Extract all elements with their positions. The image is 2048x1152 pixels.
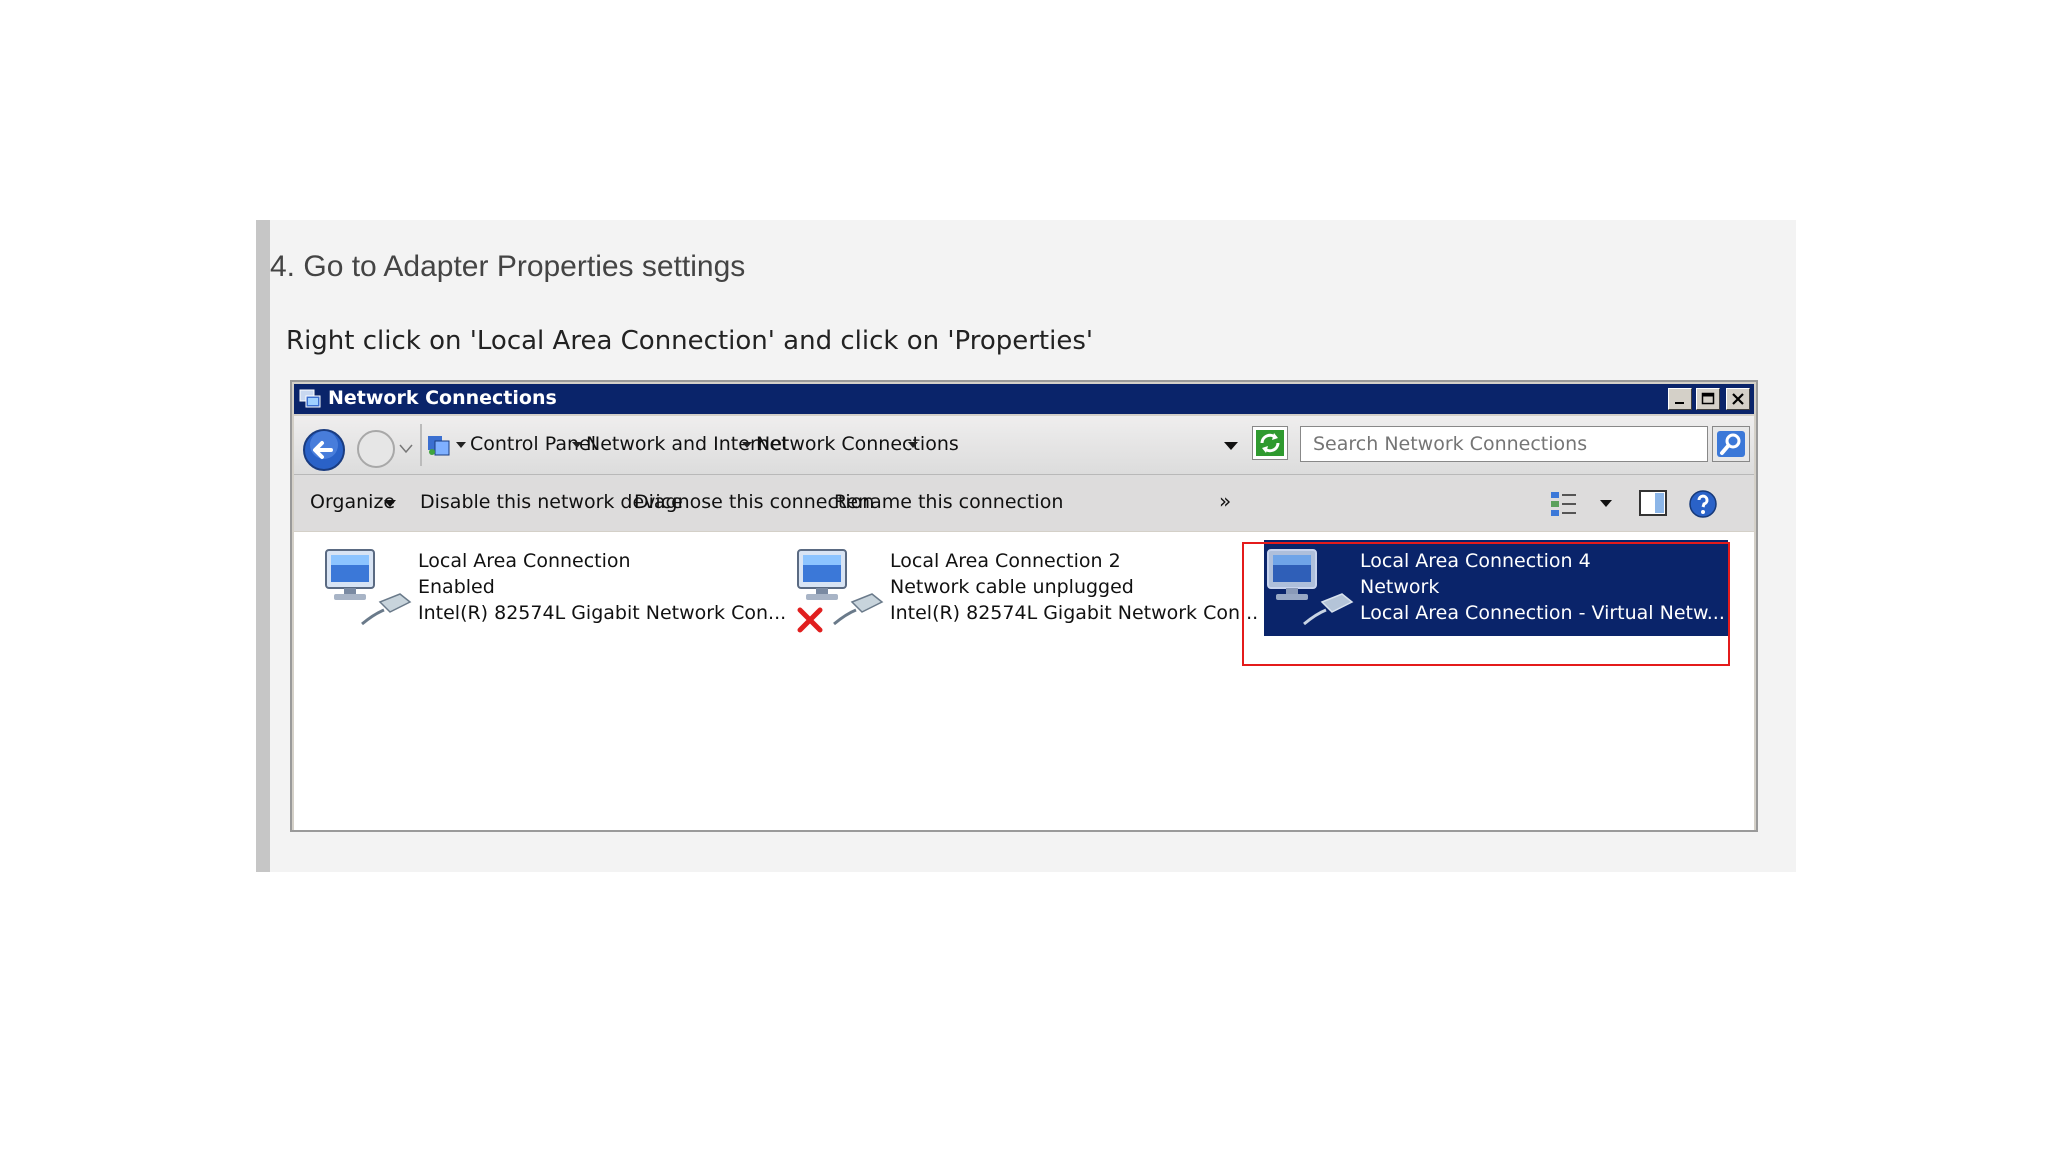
- connection-device: Intel(R) 82574L Gigabit Network Con...: [418, 602, 787, 624]
- help-icon[interactable]: [1688, 489, 1718, 519]
- rename-connection-button[interactable]: Rename this connection: [834, 491, 1063, 513]
- panel-accent-bar: [256, 220, 270, 872]
- minimize-icon: [1675, 402, 1684, 404]
- close-icon: [1732, 393, 1744, 405]
- window-title: Network Connections: [328, 387, 557, 409]
- connection-name: Local Area Connection 2: [890, 550, 1121, 572]
- cable-unplugged-x-icon: [797, 607, 823, 633]
- maximize-icon: [1701, 392, 1715, 405]
- forward-arrow-icon[interactable]: [356, 429, 396, 469]
- search-button[interactable]: [1712, 426, 1750, 462]
- address-history-dropdown-icon[interactable]: [1224, 442, 1238, 450]
- maximize-button[interactable]: [1696, 388, 1720, 410]
- network-connections-icon: [299, 389, 321, 408]
- step-heading: 4. Go to Adapter Properties settings: [270, 250, 746, 283]
- views-dropdown-icon[interactable]: [1600, 500, 1612, 507]
- connection-status: Network cable unplugged: [890, 576, 1134, 598]
- crumb-chevron-icon[interactable]: [908, 442, 918, 448]
- red-highlight-box: [1242, 542, 1730, 666]
- back-arrow-icon[interactable]: [302, 428, 346, 472]
- address-divider: [420, 424, 422, 466]
- connection-device: Intel(R) 82574L Gigabit Network Con...: [890, 602, 1259, 624]
- search-icon: [1717, 431, 1745, 457]
- organize-button[interactable]: Organize: [310, 491, 395, 513]
- minimize-button[interactable]: [1668, 388, 1692, 410]
- crumb-chevron-icon[interactable]: [572, 442, 582, 448]
- refresh-icon: [1256, 430, 1284, 456]
- network-adapter-icon: [325, 549, 412, 626]
- connection-details: Local Area Connection 2 Network cable un…: [890, 548, 1258, 626]
- recent-pages-chevron-icon[interactable]: [399, 444, 413, 454]
- control-panel-icon: [428, 436, 450, 456]
- organize-dropdown-icon[interactable]: [384, 500, 396, 507]
- connection-status: Enabled: [418, 576, 495, 598]
- crumb-chevron-icon[interactable]: [456, 442, 466, 448]
- command-bar: Organize Disable this network device Dia…: [294, 475, 1754, 531]
- connection-name: Local Area Connection: [418, 550, 631, 572]
- refresh-button[interactable]: [1252, 426, 1288, 460]
- more-commands-button[interactable]: »: [1219, 489, 1231, 513]
- breadcrumb-network-connections[interactable]: Network Connections: [756, 433, 959, 455]
- connection-item-local-area-connection-2[interactable]: Local Area Connection 2 Network cable un…: [794, 540, 1258, 640]
- address-bar: Control Panel Network and Internet Netwo…: [294, 416, 1754, 475]
- connection-item-local-area-connection[interactable]: Local Area Connection Enabled Intel(R) 8…: [322, 540, 786, 640]
- window-titlebar[interactable]: Network Connections: [294, 384, 1754, 414]
- views-icon[interactable]: [1549, 489, 1579, 517]
- connection-details: Local Area Connection Enabled Intel(R) 8…: [418, 548, 786, 626]
- step-instruction: Right click on 'Local Area Connection' a…: [286, 326, 1094, 356]
- search-input[interactable]: [1300, 426, 1708, 462]
- close-button[interactable]: [1726, 388, 1750, 410]
- preview-pane-icon[interactable]: [1638, 489, 1668, 517]
- crumb-chevron-icon[interactable]: [742, 442, 752, 448]
